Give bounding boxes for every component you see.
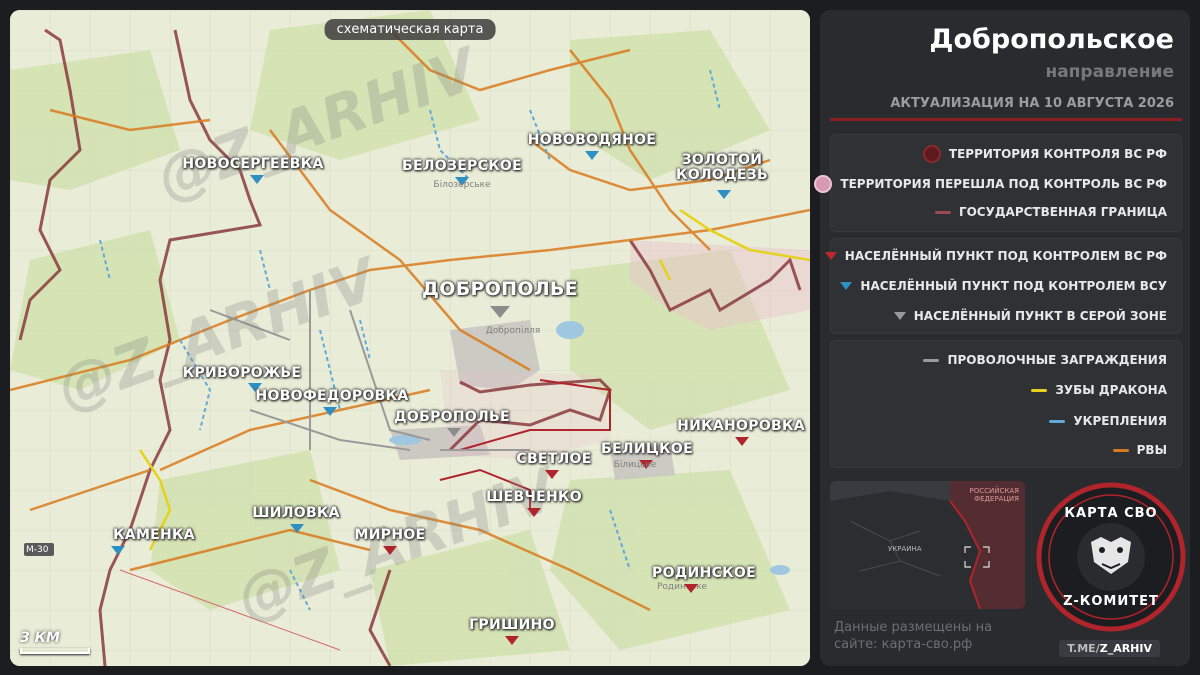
settlement-label: НОВОФЕДОРОВКА — [255, 388, 409, 404]
map-type-label: схематическая карта — [324, 19, 496, 40]
local-name: Білицьке — [613, 460, 657, 470]
grey-zone-settlement-marker — [490, 306, 510, 318]
settlement-label: МИРНОЕ — [354, 527, 426, 543]
ua-settlement-marker — [290, 524, 304, 533]
legend-item: ТЕРРИТОРИЯ ПЕРЕШЛА ПОД КОНТРОЛЬ ВС РФ — [814, 175, 1167, 193]
source-note: Данные размещены на сайте: карта-сво.рф — [834, 620, 993, 652]
telegram-handle: Z_ARHIV — [1099, 642, 1152, 655]
dragon-teeth-swatch — [1031, 388, 1048, 392]
overview-minimap: РОССИЙСКАЯ ФЕДЕРАЦИЯ УКРАИНА — [830, 481, 1025, 609]
telegram-prefix: T.ME/ — [1067, 642, 1100, 655]
settlement-label: НОВОВОДЯНОЕ — [527, 132, 657, 148]
ua-settlement-marker — [717, 190, 731, 199]
page-subtitle: направление — [1045, 62, 1174, 82]
map-area: @Z_ARHIV @Z_ARHIV @Z_ARHIV схематическая… — [10, 10, 810, 666]
ua-settlement-marker — [111, 546, 125, 555]
legend-lines: ПРОВОЛОЧНЫЕ ЗАГРАЖДЕНИЯ ЗУБЫ ДРАКОНА УКР… — [830, 340, 1182, 468]
transferred-territory-swatch — [814, 175, 833, 193]
settlement-label: БЕЛОЗЕРСКОЕ — [401, 158, 523, 174]
ru-settlement-marker — [684, 584, 698, 593]
fortification-swatch — [1049, 419, 1066, 423]
road-sign: М-30 — [26, 545, 49, 555]
legend-settlements: НАСЕЛЁННЫЙ ПУНКТ ПОД КОНТРОЛЕМ ВС РФ НАС… — [824, 238, 1182, 334]
local-name: Добропілля — [485, 326, 541, 336]
telegram-link[interactable]: T.ME/Z_ARHIV — [1059, 640, 1160, 657]
scale-label: 3 КМ — [20, 630, 60, 646]
minimap-ukraine-label: УКРАИНА — [888, 545, 922, 553]
ua-settlement-marker — [323, 407, 337, 416]
settlement-label: КАМЕНКА — [113, 527, 195, 543]
map-scale: 3 КМ — [20, 630, 90, 654]
ru-settlement-marker — [527, 508, 541, 517]
minimap-russia-label: РОССИЙСКАЯ ФЕДЕРАЦИЯ — [969, 487, 1020, 503]
legend-item: НАСЕЛЁННЫЙ ПУНКТ В СЕРОЙ ЗОНЕ — [893, 309, 1167, 323]
settlement-label: КРИВОРОЖЬЕ — [182, 365, 302, 381]
legend-item: ТЕРРИТОРИЯ КОНТРОЛЯ ВС РФ — [922, 145, 1167, 163]
ru-settlement-marker — [505, 636, 519, 645]
legend-item: НАСЕЛЁННЫЙ ПУНКТ ПОД КОНТРОЛЕМ ВС РФ — [824, 249, 1167, 263]
emblem-graphic — [1036, 482, 1186, 632]
grey-settlement-icon — [893, 312, 906, 320]
ru-territory-swatch — [922, 145, 941, 163]
settlement-label: СВЕТЛОЕ — [516, 451, 592, 467]
settlement-label: НИКАНОРОВКА — [677, 418, 805, 434]
border-line-swatch — [934, 210, 951, 214]
ua-settlement-marker — [250, 175, 264, 184]
divider — [830, 118, 1182, 121]
legend-item: ГОСУДАРСТВЕННАЯ ГРАНИЦА — [934, 205, 1167, 219]
ru-settlement-marker — [545, 470, 559, 479]
settlement-label: ДОБРОПОЛЬЕ — [394, 409, 510, 425]
settlement-label: ДОБРОПОЛЬЕ — [422, 278, 578, 300]
legend-item: УКРЕПЛЕНИЯ — [1049, 414, 1167, 428]
settlement-label: БЕЛИЦКОЕ — [601, 441, 693, 457]
wire-line-swatch — [923, 358, 940, 362]
local-name: Родинське — [656, 582, 708, 592]
settlement-label: ЗОЛОТОЙ КОЛОДЕЗЬ — [676, 152, 768, 183]
info-panel: Добропольское направление АКТУАЛИЗАЦИЯ Н… — [814, 10, 1190, 666]
settlement-label: РОДИНСКОЕ — [652, 565, 756, 581]
legend-item: НАСЕЛЁННЫЙ ПУНКТ ПОД КОНТРОЛЕМ ВСУ — [840, 279, 1167, 293]
ru-settlement-marker — [383, 546, 397, 555]
legend-item: РВЫ — [1112, 443, 1167, 457]
page-title: Добропольское — [929, 24, 1174, 55]
settlement-label: НОВОСЕРГЕЕВКА — [182, 156, 324, 172]
grey-zone-settlement-marker — [447, 428, 461, 437]
legend-item: ПРОВОЛОЧНЫЕ ЗАГРАЖДЕНИЯ — [923, 353, 1167, 367]
ru-settlement-icon — [824, 252, 837, 260]
ua-settlement-icon — [840, 282, 853, 290]
local-name: Білозерське — [433, 180, 491, 190]
ru-settlement-marker — [735, 437, 749, 446]
settlement-label: ШИЛОВКА — [252, 505, 340, 521]
trench-swatch — [1112, 448, 1129, 452]
settlement-label: ГРИШИНО — [469, 617, 555, 633]
emblem-bottom-text: Z-КОМИТЕТ — [1063, 594, 1159, 609]
emblem-top-text: КАРТА СВО — [1064, 506, 1158, 521]
legend-item: ЗУБЫ ДРАКОНА — [1031, 383, 1167, 397]
settlement-label: ШЕВЧЕНКО — [486, 489, 582, 505]
karta-svo-logo: КАРТА СВО Z-КОМИТЕТ — [1036, 482, 1186, 632]
ua-settlement-marker — [585, 151, 599, 160]
legend-areas: ТЕРРИТОРИЯ КОНТРОЛЯ ВС РФ ТЕРРИТОРИЯ ПЕР… — [814, 134, 1182, 232]
update-date: АКТУАЛИЗАЦИЯ НА 10 АВГУСТА 2026 — [890, 96, 1174, 111]
scale-bar — [20, 648, 90, 654]
